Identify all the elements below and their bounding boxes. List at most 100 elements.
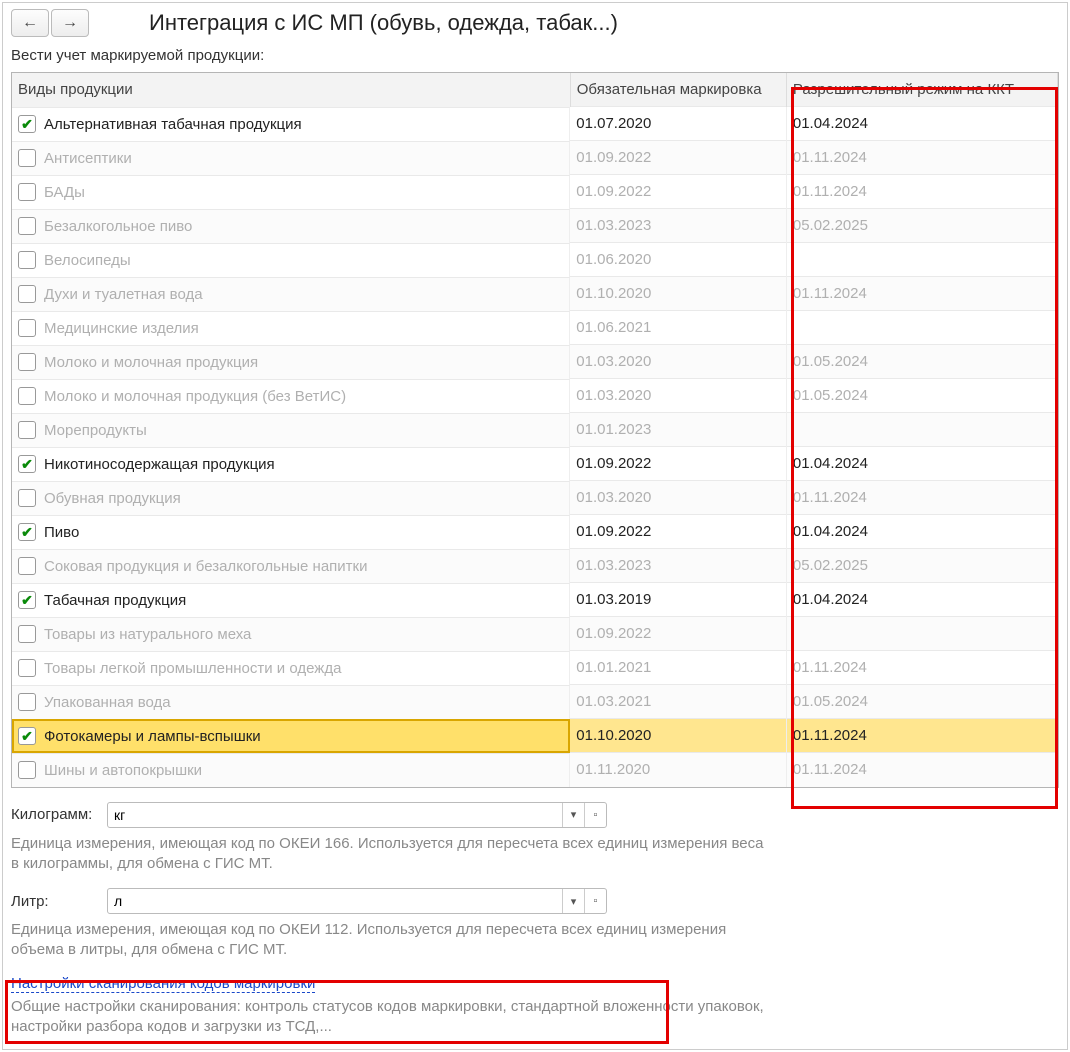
row-kkt-cell: 05.02.2025 <box>786 209 1057 243</box>
table-row[interactable]: Обувная продукция01.03.202001.11.2024 <box>12 481 1058 515</box>
scan-settings-link[interactable]: Настройки сканирования кодов маркировки <box>11 975 315 993</box>
row-checkbox[interactable] <box>18 421 36 439</box>
col-header-name[interactable]: Виды продукции <box>12 73 570 107</box>
scan-help-text: Общие настройки сканирования: контроль с… <box>11 997 771 1038</box>
liter-dropdown-button[interactable]: ▾ <box>562 889 584 913</box>
row-kkt-cell: 01.11.2024 <box>786 175 1057 209</box>
liter-help-text: Единица измерения, имеющая код по ОКЕИ 1… <box>11 920 771 961</box>
row-checkbox[interactable] <box>18 557 36 575</box>
row-kkt-cell: 01.11.2024 <box>786 481 1057 515</box>
chevron-down-icon: ▾ <box>571 895 577 908</box>
row-name-label: Молоко и молочная продукция <box>44 354 258 371</box>
row-kkt-cell: 01.05.2024 <box>786 379 1057 413</box>
row-kkt-cell <box>786 243 1057 277</box>
row-mandatory-cell: 01.03.2020 <box>570 481 786 515</box>
row-mandatory-cell: 01.09.2022 <box>570 141 786 175</box>
col-header-mandatory[interactable]: Обязательная маркировка <box>570 73 786 107</box>
row-name-label: БАДы <box>44 184 85 201</box>
row-kkt-cell: 01.04.2024 <box>786 583 1057 617</box>
row-name-label: Шины и автопокрышки <box>44 762 202 779</box>
row-mandatory-cell: 01.03.2021 <box>570 685 786 719</box>
table-row[interactable]: Никотиносодержащая продукция01.09.202201… <box>12 447 1058 481</box>
liter-open-button[interactable]: ▫ <box>584 889 606 913</box>
table-row[interactable]: Пиво01.09.202201.04.2024 <box>12 515 1058 549</box>
row-checkbox[interactable] <box>18 387 36 405</box>
table-row[interactable]: Соковая продукция и безалкогольные напит… <box>12 549 1058 583</box>
row-checkbox[interactable] <box>18 183 36 201</box>
row-kkt-cell: 01.11.2024 <box>786 651 1057 685</box>
row-checkbox[interactable] <box>18 353 36 371</box>
row-checkbox[interactable] <box>18 251 36 269</box>
row-name-label: Антисептики <box>44 150 132 167</box>
table-row[interactable]: Молоко и молочная продукция (без ВетИС) 0… <box>12 379 1058 413</box>
row-checkbox[interactable] <box>18 659 36 677</box>
row-kkt-cell: 01.05.2024 <box>786 345 1057 379</box>
row-checkbox[interactable] <box>18 455 36 473</box>
table-row[interactable]: Медицинские изделия01.06.2021 <box>12 311 1058 345</box>
row-mandatory-cell: 01.01.2021 <box>570 651 786 685</box>
row-checkbox[interactable] <box>18 625 36 643</box>
kg-dropdown-button[interactable]: ▾ <box>562 803 584 827</box>
table-row[interactable]: Морепродукты 01.01.2023 <box>12 413 1058 447</box>
table-row[interactable]: Фотокамеры и лампы-вспышки01.10.202001.1… <box>12 719 1058 753</box>
liter-input-combo[interactable]: ▾ ▫ <box>107 888 607 914</box>
row-name-label: Безалкогольное пиво <box>44 218 192 235</box>
nav-forward-button[interactable]: → <box>51 9 89 37</box>
kg-input-combo[interactable]: ▾ ▫ <box>107 802 607 828</box>
row-name-label: Товары легкой промышленности и одежда <box>44 660 341 677</box>
row-checkbox[interactable] <box>18 591 36 609</box>
row-kkt-cell: 01.05.2024 <box>786 685 1057 719</box>
row-mandatory-cell: 01.06.2021 <box>570 311 786 345</box>
row-checkbox[interactable] <box>18 727 36 745</box>
row-checkbox[interactable] <box>18 149 36 167</box>
row-kkt-cell: 01.04.2024 <box>786 515 1057 549</box>
row-mandatory-cell: 01.09.2022 <box>570 617 786 651</box>
row-mandatory-cell: 01.01.2023 <box>570 413 786 447</box>
row-name-label: Соковая продукция и безалкогольные напит… <box>44 558 368 575</box>
row-mandatory-cell: 01.09.2022 <box>570 515 786 549</box>
row-kkt-cell: 01.11.2024 <box>786 277 1057 311</box>
row-name-label: Духи и туалетная вода <box>44 286 203 303</box>
table-row[interactable]: Молоко и молочная продукция 01.03.202001.… <box>12 345 1058 379</box>
table-row[interactable]: Табачная продукция01.03.201901.04.2024 <box>12 583 1058 617</box>
row-name-label: Молоко и молочная продукция (без ВетИС) <box>44 388 346 405</box>
row-name-label: Упакованная вода <box>44 694 171 711</box>
table-row[interactable]: Упакованная вода 01.03.202101.05.2024 <box>12 685 1058 719</box>
row-checkbox[interactable] <box>18 489 36 507</box>
row-checkbox[interactable] <box>18 115 36 133</box>
table-row[interactable]: Шины и автопокрышки01.11.202001.11.2024 <box>12 753 1058 787</box>
kg-help-text: Единица измерения, имеющая код по ОКЕИ 1… <box>11 834 771 875</box>
row-checkbox[interactable] <box>18 523 36 541</box>
kg-open-button[interactable]: ▫ <box>584 803 606 827</box>
table-row[interactable]: Антисептики01.09.202201.11.2024 <box>12 141 1058 175</box>
table-row[interactable]: Велосипеды01.06.2020 <box>12 243 1058 277</box>
table-row[interactable]: Безалкогольное пиво01.03.202305.02.2025 <box>12 209 1058 243</box>
row-name-label: Фотокамеры и лампы-вспышки <box>44 728 261 745</box>
table-row[interactable]: БАДы 01.09.202201.11.2024 <box>12 175 1058 209</box>
kg-input[interactable] <box>108 803 562 827</box>
row-mandatory-cell: 01.03.2020 <box>570 345 786 379</box>
liter-input[interactable] <box>108 889 562 913</box>
row-kkt-cell <box>786 311 1057 345</box>
table-row[interactable]: Альтернативная табачная продукция01.07.2… <box>12 107 1058 141</box>
row-kkt-cell <box>786 413 1057 447</box>
row-checkbox[interactable] <box>18 217 36 235</box>
table-row[interactable]: Духи и туалетная вода 01.10.202001.11.202… <box>12 277 1058 311</box>
liter-label: Литр: <box>11 893 101 910</box>
row-name-label: Морепродукты <box>44 422 147 439</box>
arrow-right-icon: → <box>62 14 78 32</box>
table-row[interactable]: Товары из натурального меха01.09.2022 <box>12 617 1058 651</box>
row-checkbox[interactable] <box>18 761 36 779</box>
row-mandatory-cell: 01.09.2022 <box>570 447 786 481</box>
row-mandatory-cell: 01.09.2022 <box>570 175 786 209</box>
page-title: Интеграция с ИС МП (обувь, одежда, табак… <box>149 10 618 36</box>
row-checkbox[interactable] <box>18 285 36 303</box>
row-mandatory-cell: 01.03.2019 <box>570 583 786 617</box>
row-kkt-cell: 01.11.2024 <box>786 753 1057 787</box>
col-header-kkt[interactable]: Разрешительный режим на ККТ <box>786 73 1057 107</box>
nav-back-button[interactable]: ← <box>11 9 49 37</box>
row-checkbox[interactable] <box>18 319 36 337</box>
row-checkbox[interactable] <box>18 693 36 711</box>
table-row[interactable]: Товары легкой промышленности и одежда 01.… <box>12 651 1058 685</box>
row-mandatory-cell: 01.10.2020 <box>570 277 786 311</box>
